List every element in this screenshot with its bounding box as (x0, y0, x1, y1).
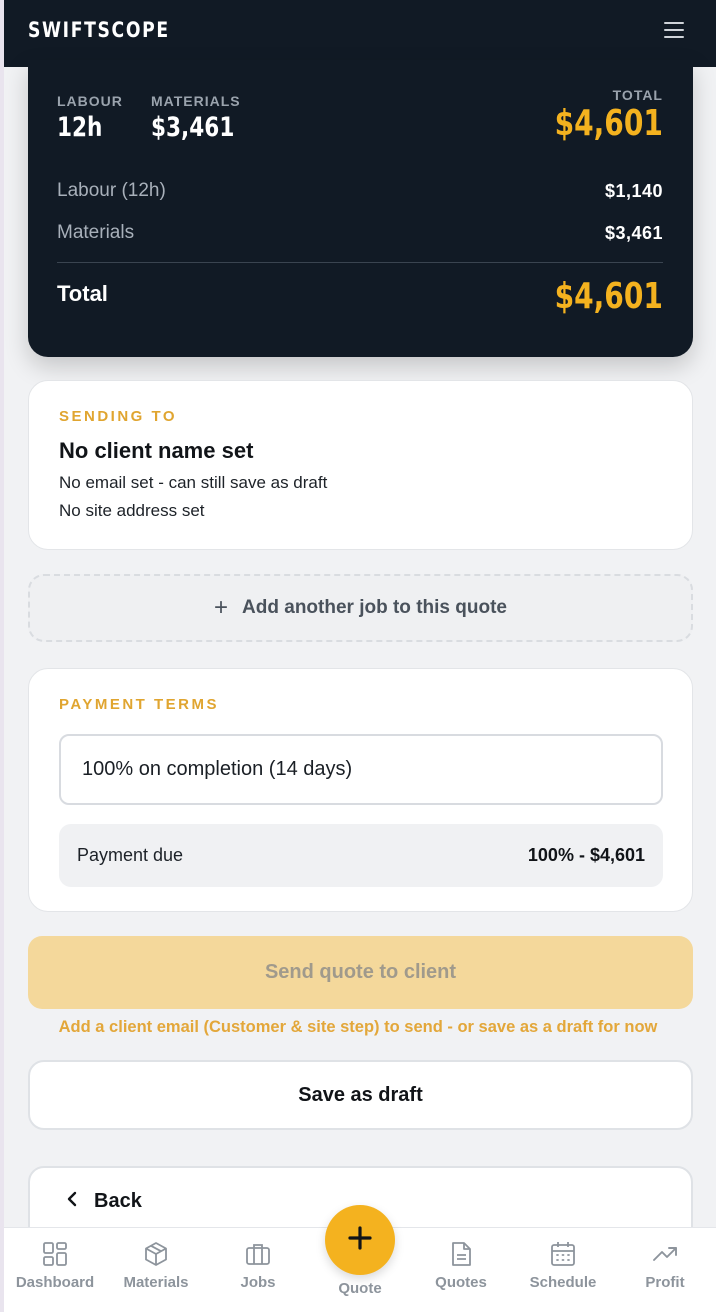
client-email: No email set - can still save as draft (59, 473, 328, 492)
nav-item-profit[interactable]: Profit (615, 1240, 715, 1291)
total-stat: TOTAL $4,601 (524, 87, 663, 144)
client-site-address: No site address set (59, 501, 205, 520)
total-stat-value: $4,601 (554, 103, 663, 144)
nav-label-materials: Materials (123, 1274, 189, 1291)
nav-item-quotes[interactable]: Quotes (411, 1240, 511, 1291)
left-edge (0, 0, 4, 1312)
back-label: Back (94, 1190, 142, 1212)
materials-line: Materials $3,461 (57, 222, 663, 244)
nav-label-schedule: Schedule (529, 1274, 597, 1291)
materials-stat-label: MATERIALS (151, 93, 241, 109)
payment-due-label: Payment due (77, 845, 184, 865)
add-job-button[interactable]: + Add another job to this quote (28, 574, 693, 642)
payment-terms-heading: PAYMENT TERMS (59, 696, 220, 713)
nav-item-materials[interactable]: Materials (106, 1240, 206, 1291)
total-stat-label: TOTAL (612, 87, 663, 103)
payment-due-row: Payment due 100% - $4,601 (59, 824, 663, 887)
materials-stat: MATERIALS $3,461 (151, 93, 255, 143)
hamburger-menu-icon[interactable] (664, 22, 684, 40)
nav-label-profit: Profit (645, 1274, 685, 1291)
quote-summary-card: LABOUR 12h MATERIALS $3,461 TOTAL $4,601… (28, 60, 693, 357)
materials-line-label: Materials (57, 222, 135, 243)
payment-due-value: 100% - $4,601 (527, 845, 645, 865)
nav-label-dashboard: Dashboard (15, 1274, 95, 1291)
send-quote-button[interactable]: Send quote to client (28, 936, 693, 1009)
summary-divider (57, 262, 663, 263)
grand-total-row: Total $4,601 (57, 276, 663, 317)
grand-total-value: $4,601 (554, 276, 663, 317)
chevron-left-icon (66, 1190, 78, 1213)
labour-stat: LABOUR 12h (57, 93, 123, 143)
materials-stat-value: $3,461 (151, 112, 235, 143)
add-job-label: Add another job to this quote (242, 597, 507, 618)
labour-stat-value: 12h (57, 112, 103, 143)
nav-item-dashboard[interactable]: Dashboard (5, 1240, 105, 1291)
box-icon (106, 1240, 206, 1268)
nav-label-jobs: Jobs (240, 1274, 276, 1291)
nav-item-jobs[interactable]: Jobs (208, 1240, 308, 1291)
nav-label-quote: Quote (338, 1280, 382, 1297)
plus-icon: + (214, 594, 229, 621)
bottom-nav: Dashboard Materials Jobs Quote Quotes Sc… (4, 1205, 716, 1312)
client-name: No client name set (59, 438, 254, 463)
nav-label-quotes: Quotes (435, 1274, 487, 1291)
plus-icon (346, 1224, 374, 1257)
send-hint: Add a client email (Customer & site step… (58, 1018, 658, 1036)
grand-total-label: Total (57, 281, 108, 306)
trend-up-icon (615, 1240, 715, 1268)
labour-line-value: $1,140 (604, 180, 663, 201)
materials-line-value: $3,461 (604, 222, 663, 243)
app-logo: SWIFTSCOPE (28, 18, 170, 42)
save-draft-button[interactable]: Save as draft (28, 1060, 693, 1130)
document-icon (411, 1240, 511, 1268)
new-quote-fab[interactable] (325, 1205, 395, 1275)
labour-line: Labour (12h) $1,140 (57, 180, 663, 202)
labour-line-label: Labour (12h) (57, 180, 166, 201)
calendar-icon (513, 1240, 613, 1268)
briefcase-icon (208, 1240, 308, 1268)
payment-terms-select[interactable]: 100% on completion (14 days) (59, 734, 663, 805)
sending-to-card: SENDING TO No client name set No email s… (28, 380, 693, 550)
app-header: SWIFTSCOPE (4, 0, 716, 67)
sending-to-heading: SENDING TO (59, 408, 178, 425)
dashboard-icon (5, 1240, 105, 1268)
payment-terms-card: PAYMENT TERMS 100% on completion (14 day… (28, 668, 693, 912)
nav-item-schedule[interactable]: Schedule (513, 1240, 613, 1291)
labour-stat-label: LABOUR (57, 93, 123, 109)
